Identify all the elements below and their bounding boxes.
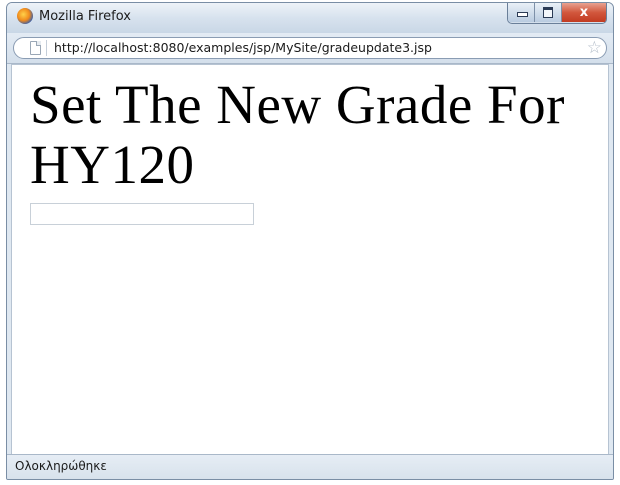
status-bar: Ολοκληρώθηκε <box>7 454 613 479</box>
navigation-bar: http://localhost:8080/examples/jsp/MySit… <box>7 33 613 64</box>
minimize-button[interactable] <box>508 3 535 22</box>
window-title: Mozilla Firefox <box>39 9 131 24</box>
close-icon: x <box>579 5 589 20</box>
maximize-icon <box>543 7 553 18</box>
page-content: Set The New Grade For HY120 <box>11 64 609 455</box>
url-bar[interactable]: http://localhost:8080/examples/jsp/MySit… <box>13 37 607 59</box>
bookmark-star-icon[interactable]: ☆ <box>587 38 602 58</box>
url-separator <box>46 40 47 56</box>
maximize-button[interactable] <box>535 3 562 22</box>
title-bar[interactable]: Mozilla Firefox x <box>7 3 613 33</box>
minimize-icon <box>517 12 528 17</box>
close-button[interactable]: x <box>562 3 606 22</box>
window-controls: x <box>507 3 607 24</box>
status-text: Ολοκληρώθηκε <box>15 459 107 473</box>
page-heading: Set The New Grade For HY120 <box>30 74 565 195</box>
page-icon[interactable] <box>30 41 41 55</box>
grade-input[interactable] <box>30 203 254 225</box>
firefox-logo-icon <box>17 8 33 24</box>
url-text[interactable]: http://localhost:8080/examples/jsp/MySit… <box>54 40 432 56</box>
browser-window: Mozilla Firefox x http://localhost:8080/… <box>6 2 614 480</box>
